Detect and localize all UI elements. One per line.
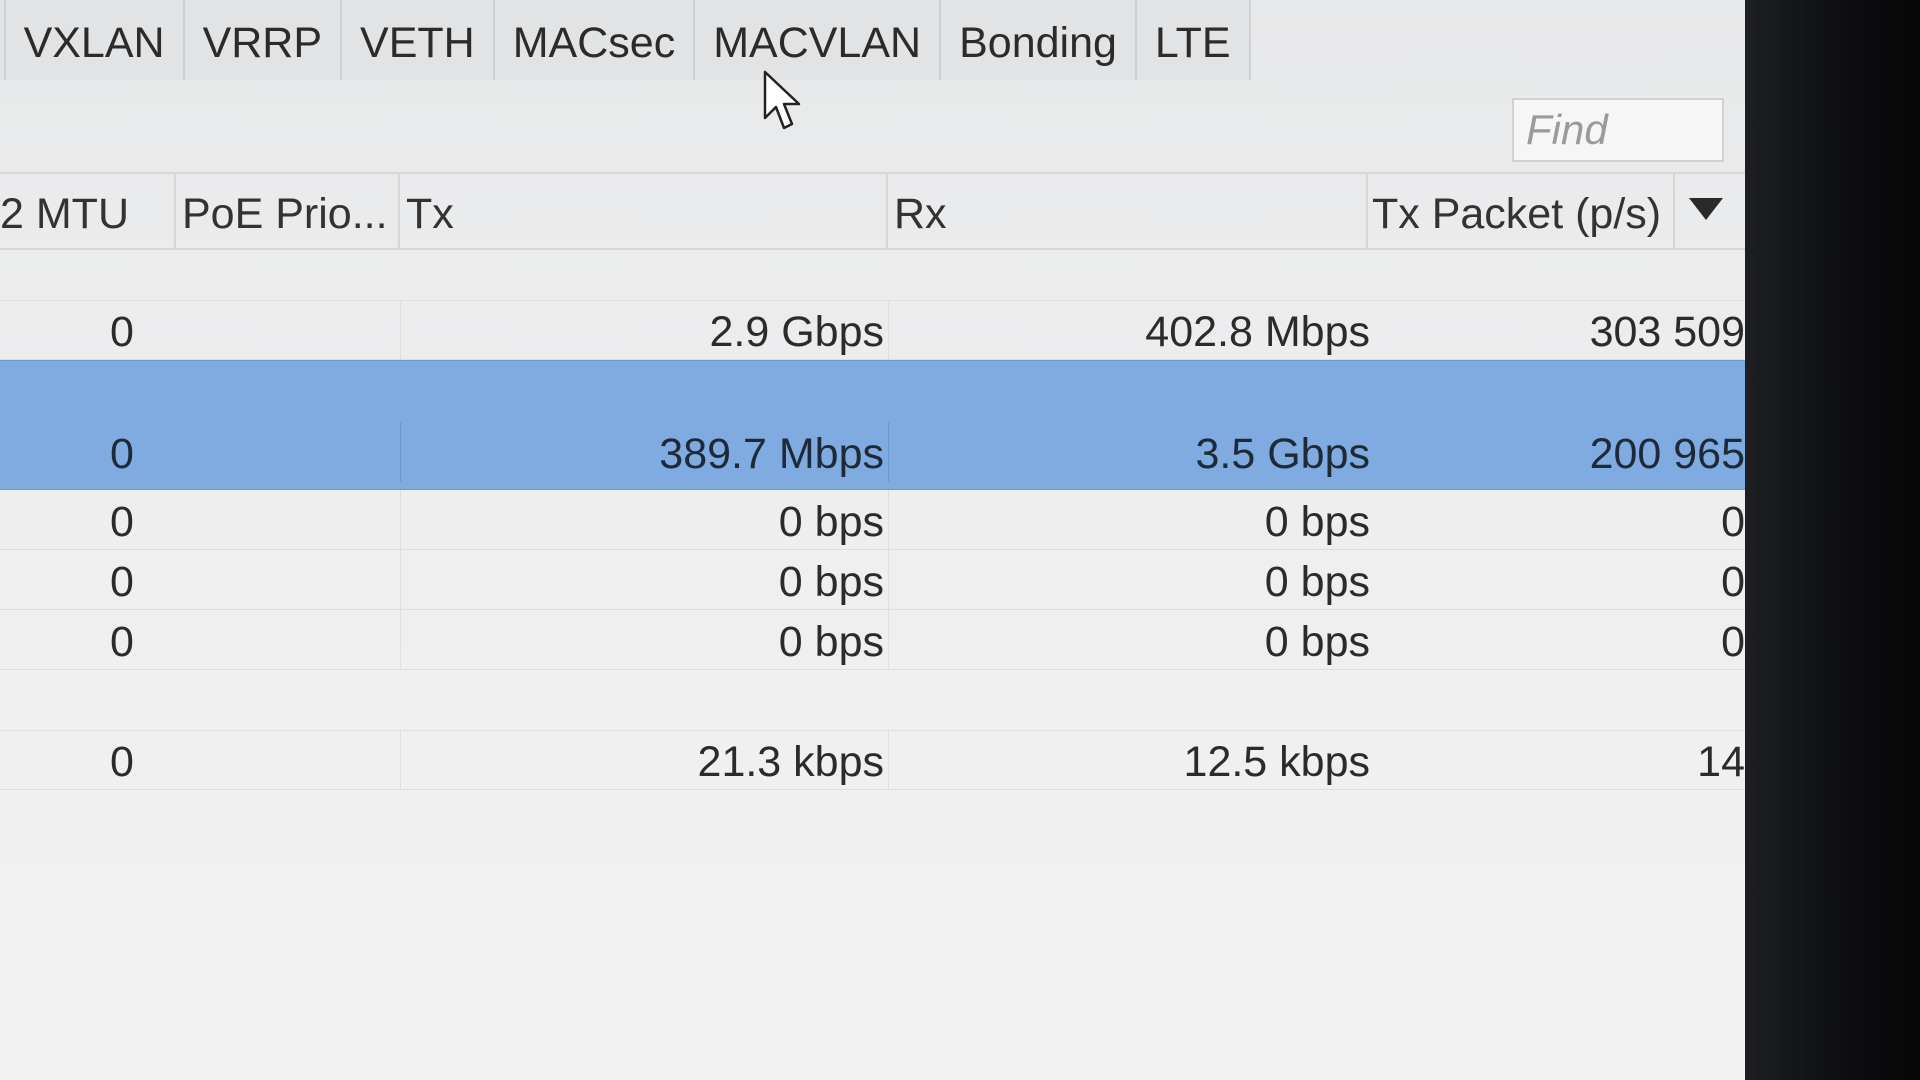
tab-lte[interactable]: LTE xyxy=(1136,0,1251,80)
tab-macsec[interactable]: MACsec xyxy=(494,0,696,80)
cell-tx: 2.9 Gbps xyxy=(400,300,888,360)
cell-rx: 0 bps xyxy=(888,490,1372,550)
tab-vrrp[interactable]: VRRP xyxy=(184,0,343,80)
cell-rx: 12.5 kbps xyxy=(888,730,1372,790)
cell-tx-packet: 0 xyxy=(1721,618,1745,666)
table-header: 2 MTU PoE Prio... Tx Rx Tx Packet (p/s) xyxy=(0,172,1745,250)
find-input[interactable]: Find xyxy=(1512,98,1724,162)
cell-tx-packet: 0 xyxy=(1721,558,1745,606)
interfaces-window: l VXLAN VRRP VETH MACsec MACVLAN Bonding… xyxy=(0,0,1745,1080)
table-row[interactable]: 0 2.9 Gbps 402.8 Mbps 303 509 xyxy=(0,300,1745,360)
column-header-tx-packet[interactable]: Tx Packet (p/s) xyxy=(1368,174,1675,248)
column-header-poe-priority[interactable]: PoE Prio... xyxy=(176,174,400,248)
cell-rx: 402.8 Mbps xyxy=(888,300,1372,360)
tab-vxlan[interactable]: VXLAN xyxy=(5,0,185,80)
tab-bonding[interactable]: Bonding xyxy=(941,0,1137,80)
table-row[interactable]: 0 0 bps 0 bps 0 xyxy=(0,550,1745,610)
tab-veth[interactable]: VETH xyxy=(342,0,495,80)
tab-bar: l VXLAN VRRP VETH MACsec MACVLAN Bonding… xyxy=(0,0,1251,80)
cell-rx: 3.5 Gbps xyxy=(888,422,1372,482)
cell-rx: 0 bps xyxy=(888,610,1372,670)
cell-poe: 0 xyxy=(110,308,134,356)
table-row-empty[interactable] xyxy=(0,250,1745,301)
cell-poe: 0 xyxy=(110,430,134,478)
cell-tx-packet: 303 509 xyxy=(1589,308,1745,356)
column-header-rx[interactable]: Rx xyxy=(888,174,1368,248)
cell-poe: 0 xyxy=(110,498,134,546)
cell-tx: 0 bps xyxy=(400,490,888,550)
cell-tx-packet: 200 965 xyxy=(1589,430,1745,478)
cell-poe: 0 xyxy=(110,738,134,786)
cell-tx: 0 bps xyxy=(400,550,888,610)
cell-tx: 389.7 Mbps xyxy=(400,422,888,482)
column-header-mtu[interactable]: 2 MTU xyxy=(0,174,176,248)
cell-tx-packet: 0 xyxy=(1721,498,1745,546)
monitor-bezel xyxy=(1745,0,1920,1080)
mouse-pointer-icon xyxy=(763,70,801,130)
cell-rx: 0 bps xyxy=(888,550,1372,610)
table-row-selected[interactable]: 0 389.7 Mbps 3.5 Gbps 200 965 xyxy=(0,422,1745,490)
table-row-empty[interactable] xyxy=(0,670,1745,731)
cell-poe: 0 xyxy=(110,558,134,606)
dropdown-triangle-icon xyxy=(1689,198,1723,220)
cell-tx: 0 bps xyxy=(400,610,888,670)
column-header-tx[interactable]: Tx xyxy=(400,174,888,248)
tab-macvlan[interactable]: MACVLAN xyxy=(695,0,942,80)
column-menu-button[interactable] xyxy=(1675,174,1745,248)
table-row[interactable]: 0 0 bps 0 bps 0 xyxy=(0,610,1745,670)
table-row[interactable]: 0 21.3 kbps 12.5 kbps 14 xyxy=(0,730,1745,790)
table-row[interactable]: 0 0 bps 0 bps 0 xyxy=(0,490,1745,550)
cell-poe: 0 xyxy=(110,618,134,666)
selected-row-band[interactable] xyxy=(0,360,1745,423)
cell-tx-packet: 14 xyxy=(1697,738,1745,786)
cell-tx: 21.3 kbps xyxy=(400,730,888,790)
